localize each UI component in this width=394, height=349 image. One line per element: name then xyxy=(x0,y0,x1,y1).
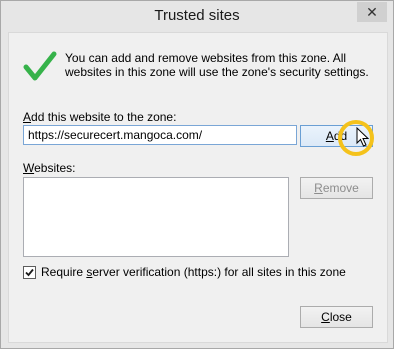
dialog-body: You can add and remove websites from thi… xyxy=(8,32,388,343)
close-button[interactable]: Close xyxy=(300,306,373,328)
website-url-input[interactable] xyxy=(23,125,297,145)
require-https-checkbox[interactable] xyxy=(23,265,36,279)
remove-button[interactable]: Remove xyxy=(300,177,373,199)
close-window-button[interactable]: ✕ xyxy=(357,2,387,22)
trusted-sites-dialog: Trusted sites ✕ You can add and remove w… xyxy=(0,0,394,349)
checkmark-icon xyxy=(25,268,34,276)
add-website-label: Add this website to the zone: xyxy=(23,110,177,124)
zone-info-text: You can add and remove websites from thi… xyxy=(65,51,369,79)
require-https-option[interactable]: Require server verification (https:) for… xyxy=(23,265,346,279)
websites-listbox[interactable] xyxy=(23,177,289,257)
title-bar[interactable]: Trusted sites ✕ xyxy=(1,1,393,32)
green-checkmark-icon xyxy=(23,51,57,81)
window-title: Trusted sites xyxy=(154,7,240,24)
websites-label: Websites: xyxy=(23,161,76,175)
mouse-pointer-icon xyxy=(356,127,370,147)
require-https-label: Require server verification (https:) for… xyxy=(41,265,346,279)
